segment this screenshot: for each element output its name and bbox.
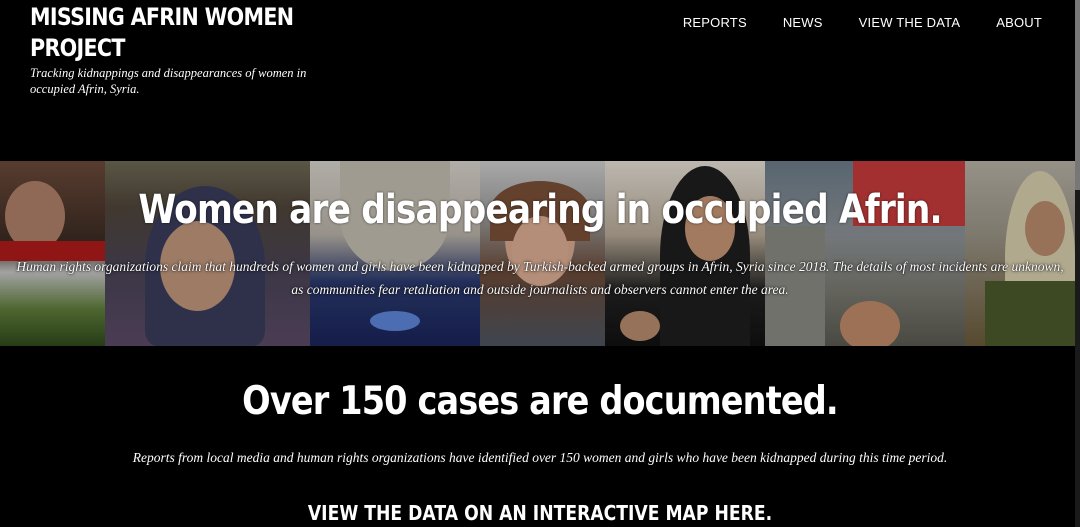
site-brand[interactable]: MISSING AFRIN WOMEN PROJECT Tracking kid…	[30, 2, 330, 97]
page: MISSING AFRIN WOMEN PROJECT Tracking kid…	[0, 0, 1080, 527]
view-map-link[interactable]: VIEW THE DATA ON AN INTERACTIVE MAP HERE…	[76, 500, 1005, 526]
site-tagline: Tracking kidnappings and disappearances …	[30, 66, 307, 96]
hero-description: Human rights organizations claim that hu…	[16, 259, 1064, 297]
nav-item-reports[interactable]: REPORTS	[683, 15, 747, 30]
nav-item-view-the-data[interactable]: VIEW THE DATA	[859, 15, 961, 30]
nav-item-news[interactable]: NEWS	[783, 15, 823, 30]
stats-heading: Over 150 cases are documented.	[242, 379, 838, 424]
main-nav: REPORTS NEWS VIEW THE DATA ABOUT	[647, 15, 1042, 30]
page-scrollbar[interactable]	[1075, 0, 1080, 527]
site-title[interactable]: MISSING AFRIN WOMEN PROJECT	[30, 2, 294, 64]
site-title-line1: MISSING AFRIN WOMEN	[30, 3, 294, 31]
site-title-line2: PROJECT	[30, 34, 125, 62]
hero-heading: Women are disappearing in occupied Afrin…	[138, 187, 942, 233]
hero-banner: Women are disappearing in occupied Afrin…	[0, 161, 1080, 346]
scrollbar-thumb[interactable]	[1075, 0, 1080, 190]
nav-item-about[interactable]: ABOUT	[996, 15, 1042, 30]
stats-description: Reports from local media and human right…	[132, 450, 948, 465]
